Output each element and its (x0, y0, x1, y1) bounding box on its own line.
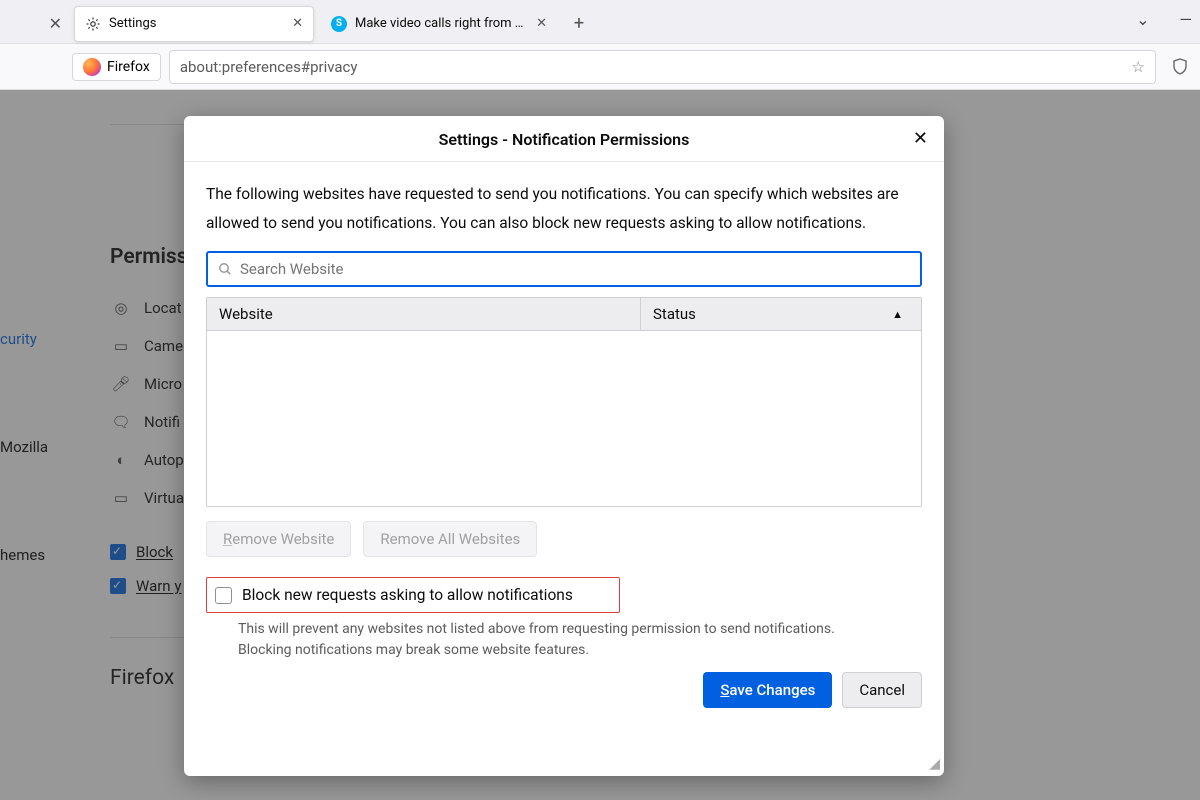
close-icon[interactable]: ✕ (536, 16, 547, 31)
gear-icon (85, 16, 101, 32)
tab-label: Settings (109, 16, 284, 31)
block-new-hint: This will prevent any websites not liste… (238, 619, 838, 660)
tab-placeholder: ✕ (0, 5, 74, 43)
column-status[interactable]: Status ▲ (641, 298, 921, 330)
close-icon[interactable]: ✕ (49, 14, 62, 33)
tab-settings[interactable]: Settings ✕ (74, 6, 314, 42)
bookmark-star-icon[interactable]: ☆ (1132, 58, 1145, 76)
dialog-footer: Save Changes Cancel (206, 672, 922, 708)
search-input[interactable] (240, 260, 910, 278)
table-buttons: Remove Website Remove All Websites (206, 521, 922, 557)
firefox-icon (83, 58, 101, 76)
window-controls: ⌄ — (1136, 10, 1192, 29)
close-icon[interactable]: ✕ (292, 16, 303, 31)
notification-permissions-dialog: Settings - Notification Permissions ✕ Th… (184, 116, 944, 776)
checkbox-unchecked-icon[interactable] (215, 587, 232, 604)
tab-label: Make video calls right from you (355, 16, 528, 31)
close-button[interactable]: ✕ (913, 128, 928, 149)
dialog-description: The following websites have requested to… (206, 180, 922, 237)
url-text: about:preferences#privacy (180, 58, 358, 76)
block-new-requests-option[interactable]: Block new requests asking to allow notif… (206, 577, 620, 613)
table-header: Website Status ▲ (207, 298, 921, 331)
save-changes-button[interactable]: Save Changes (703, 672, 832, 708)
identity-button[interactable]: Firefox (72, 53, 161, 81)
remove-website-button: Remove Website (206, 521, 351, 557)
tab-skype[interactable]: S Make video calls right from you ✕ (320, 6, 558, 42)
websites-table: Website Status ▲ (206, 297, 922, 507)
column-website[interactable]: Website (207, 298, 641, 330)
toolbar: Firefox about:preferences#privacy ☆ (0, 44, 1200, 90)
identity-label: Firefox (107, 59, 150, 75)
search-website-field[interactable] (206, 251, 922, 287)
url-bar[interactable]: about:preferences#privacy ☆ (169, 50, 1156, 84)
btn-label: emove All Websites (390, 530, 521, 548)
cancel-button[interactable]: Cancel (842, 672, 922, 708)
dialog-header: Settings - Notification Permissions ✕ (184, 116, 944, 162)
remove-all-websites-button: Remove All Websites (363, 521, 537, 557)
tab-dropdown-icon[interactable]: ⌄ (1136, 10, 1149, 29)
new-tab-button[interactable]: + (564, 9, 594, 39)
block-new-label: Block new requests asking to allow notif… (242, 586, 573, 604)
shield-icon[interactable] (1170, 57, 1190, 77)
skype-icon: S (331, 16, 347, 32)
sort-asc-icon: ▲ (892, 308, 903, 321)
table-body-empty (207, 331, 921, 506)
minimize-button[interactable]: — (1180, 10, 1193, 29)
btn-label: emove Website (232, 530, 334, 548)
column-status-label: Status (653, 305, 696, 323)
tab-strip: ✕ Settings ✕ S Make video calls right fr… (0, 0, 1200, 44)
search-icon (218, 262, 232, 276)
dialog-title: Settings - Notification Permissions (439, 130, 690, 149)
